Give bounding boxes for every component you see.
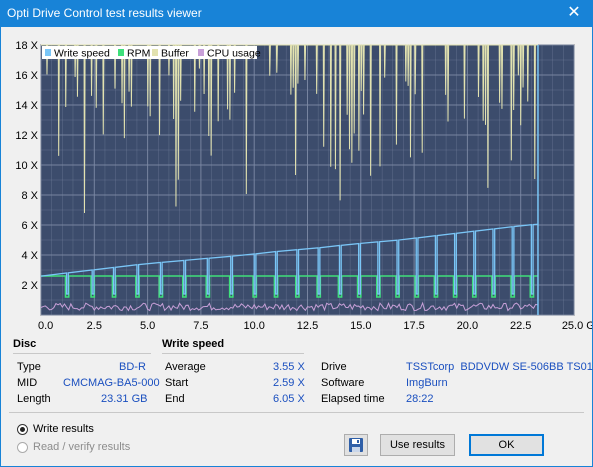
title-bar: Opti Drive Control test results viewer ✕ (1, 1, 592, 27)
disc-length-label: Length (17, 393, 51, 405)
x-tick-label: 2.5 (87, 320, 102, 332)
radio-unselected-icon (17, 441, 28, 453)
save-button[interactable] (344, 434, 368, 456)
start-value: 2.59 X (273, 377, 305, 389)
window-title: Opti Drive Control test results viewer (7, 6, 202, 20)
y-tick-label: 12 X (15, 130, 38, 142)
x-tick-label: 0.0 (38, 320, 53, 332)
disc-separator (13, 353, 151, 354)
x-tick-label: 20.0 (457, 320, 478, 332)
y-tick-label: 6 X (21, 220, 38, 232)
y-tick-label: 14 X (15, 100, 38, 112)
x-tick-label: 22.5 (510, 320, 531, 332)
elapsed-time-value: 28:22 (406, 393, 434, 405)
x-tick-label: 17.5 (403, 320, 424, 332)
legend-swatch (198, 49, 204, 56)
write-speed-separator (162, 353, 304, 354)
elapsed-time-label: Elapsed time (321, 393, 385, 405)
use-results-button[interactable]: Use results (380, 434, 455, 456)
legend-swatch (45, 49, 51, 56)
legend-label: RPM (127, 48, 150, 60)
write-speed-chart: 2 X 4 X 6 X 8 X 10 X 12 X 14 X 16 X 18 X 0.0 2.5 5.… (15, 40, 593, 332)
drive-label: Drive (321, 361, 347, 373)
disc-heading: Disc (13, 338, 37, 350)
disc-mid-value: CMCMAG-BA5-000 (63, 377, 160, 389)
x-tick-label: 25.0 GB (562, 320, 592, 332)
x-tick-label: 10.0 (243, 320, 264, 332)
disc-type-value: BD-R (119, 361, 146, 373)
y-tick-label: 2 X (21, 280, 38, 292)
disc-type-label: Type (17, 361, 41, 373)
disc-length-value: 23.31 GB (101, 393, 148, 405)
drive-value: TSSTcorp BDDVDW SE-506BB TS01 (406, 361, 593, 373)
write-results-label: Write results (33, 423, 94, 435)
write-speed-heading: Write speed (162, 338, 225, 350)
read-verify-results-radio[interactable]: Read / verify results (17, 441, 130, 453)
x-tick-label: 15.0 (350, 320, 371, 332)
x-tick-label: 5.0 (140, 320, 155, 332)
legend-label: CPU usage (207, 48, 261, 60)
x-tick-label: 7.5 (193, 320, 208, 332)
legend-label: Buffer (161, 48, 189, 60)
y-tick-label: 10 X (15, 160, 38, 172)
bottom-separator (9, 412, 584, 413)
end-value: 6.05 X (273, 393, 305, 405)
end-label: End (165, 393, 185, 405)
software-label: Software (321, 377, 365, 389)
y-tick-label: 18 X (15, 40, 38, 52)
start-label: Start (165, 377, 189, 389)
average-label: Average (165, 361, 206, 373)
average-value: 3.55 X (273, 361, 305, 373)
software-value: ImgBurn (406, 377, 448, 389)
legend-swatch (118, 49, 124, 56)
write-results-radio[interactable]: Write results (17, 423, 94, 435)
ok-button[interactable]: OK (469, 434, 544, 456)
y-tick-label: 4 X (21, 250, 38, 262)
close-icon[interactable]: ✕ (564, 3, 584, 23)
y-tick-label: 16 X (15, 70, 38, 82)
read-verify-results-label: Read / verify results (33, 441, 131, 453)
legend-label: Write speed (54, 48, 110, 60)
disc-mid-label: MID (17, 377, 38, 389)
y-tick-label: 8 X (21, 190, 38, 202)
chart-area: 2 X 4 X 6 X 8 X 10 X 12 X 14 X 16 X 18 X 0.0 2.5 5.… (1, 28, 593, 333)
legend-swatch (152, 49, 158, 56)
radio-selected-icon (17, 423, 28, 435)
results-viewer-window: Opti Drive Control test results viewer ✕… (0, 0, 593, 467)
save-icon (349, 438, 363, 452)
x-tick-label: 12.5 (297, 320, 318, 332)
